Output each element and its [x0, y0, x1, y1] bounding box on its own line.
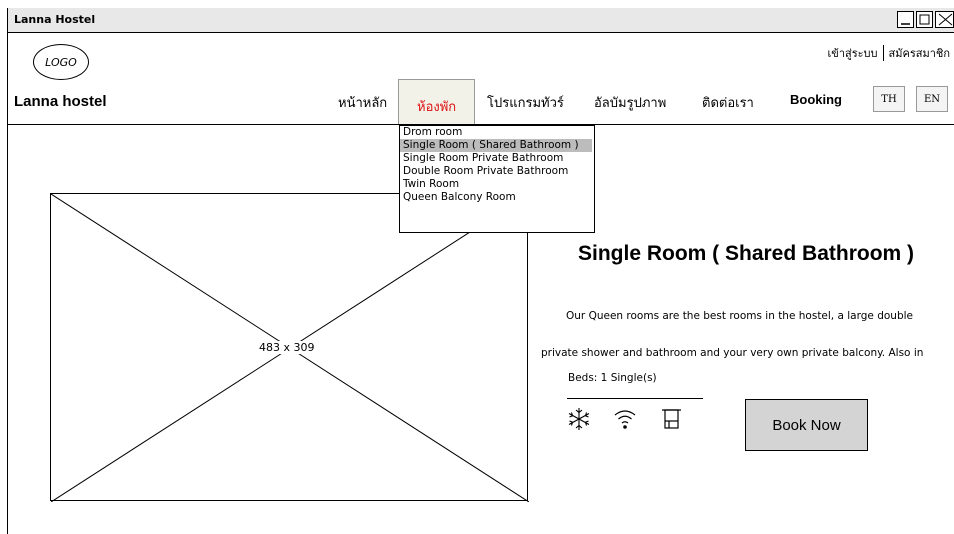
brand-name: Lanna hostel	[14, 93, 107, 110]
login-link[interactable]: เข้าสู่ระบบ	[828, 44, 878, 62]
dropdown-item[interactable]: Queen Balcony Room	[400, 191, 594, 204]
divider	[882, 45, 884, 61]
window-titlebar: Lanna Hostel	[8, 8, 954, 33]
lang-en-button[interactable]: EN	[916, 86, 948, 112]
lang-th-button[interactable]: TH	[873, 86, 905, 112]
amenities-divider	[567, 398, 703, 399]
nav-home[interactable]: หน้าหลัก	[338, 92, 387, 113]
nav-tours[interactable]: โปรแกรมทัวร์	[487, 92, 564, 113]
window-title: Lanna Hostel	[14, 13, 96, 26]
nav-contact[interactable]: ติดต่อเรา	[702, 92, 754, 113]
room-description-line2: private shower and bathroom and your ver…	[541, 347, 924, 359]
register-link[interactable]: สมัครสมาชิก	[889, 44, 951, 62]
beds-info: Beds: 1 Single(s)	[568, 372, 657, 384]
towel-icon	[659, 406, 685, 432]
logo[interactable]: LOGO	[33, 44, 89, 80]
dropdown-item-selected[interactable]: Single Room ( Shared Bathroom )	[400, 139, 592, 152]
book-now-button[interactable]: Book Now	[745, 399, 868, 451]
snowflake-icon	[566, 406, 592, 432]
close-button[interactable]	[935, 11, 954, 28]
room-title: Single Room ( Shared Bathroom )	[578, 242, 915, 265]
room-description-line1: Our Queen rooms are the best rooms in th…	[566, 310, 913, 322]
rooms-dropdown: Drom room Single Room ( Shared Bathroom …	[399, 125, 595, 233]
minimize-button[interactable]	[897, 11, 914, 28]
dropdown-item[interactable]: Drom room	[400, 126, 594, 139]
nav-booking[interactable]: Booking	[790, 92, 842, 107]
maximize-button[interactable]	[916, 11, 933, 28]
wifi-icon	[612, 406, 638, 432]
image-size-label: 483 x 309	[259, 341, 315, 354]
dropdown-item[interactable]: Double Room Private Bathroom	[400, 165, 594, 178]
nav-rooms[interactable]: ห้องพัก	[398, 79, 475, 125]
nav-album[interactable]: อัลบัมรูปภาพ	[594, 92, 666, 113]
nav-rooms-label: ห้องพัก	[417, 100, 457, 115]
account-links: เข้าสู่ระบบ สมัครสมาชิก	[828, 44, 950, 62]
dropdown-item[interactable]: Twin Room	[400, 178, 594, 191]
dropdown-item[interactable]: Single Room Private Bathroom	[400, 152, 594, 165]
